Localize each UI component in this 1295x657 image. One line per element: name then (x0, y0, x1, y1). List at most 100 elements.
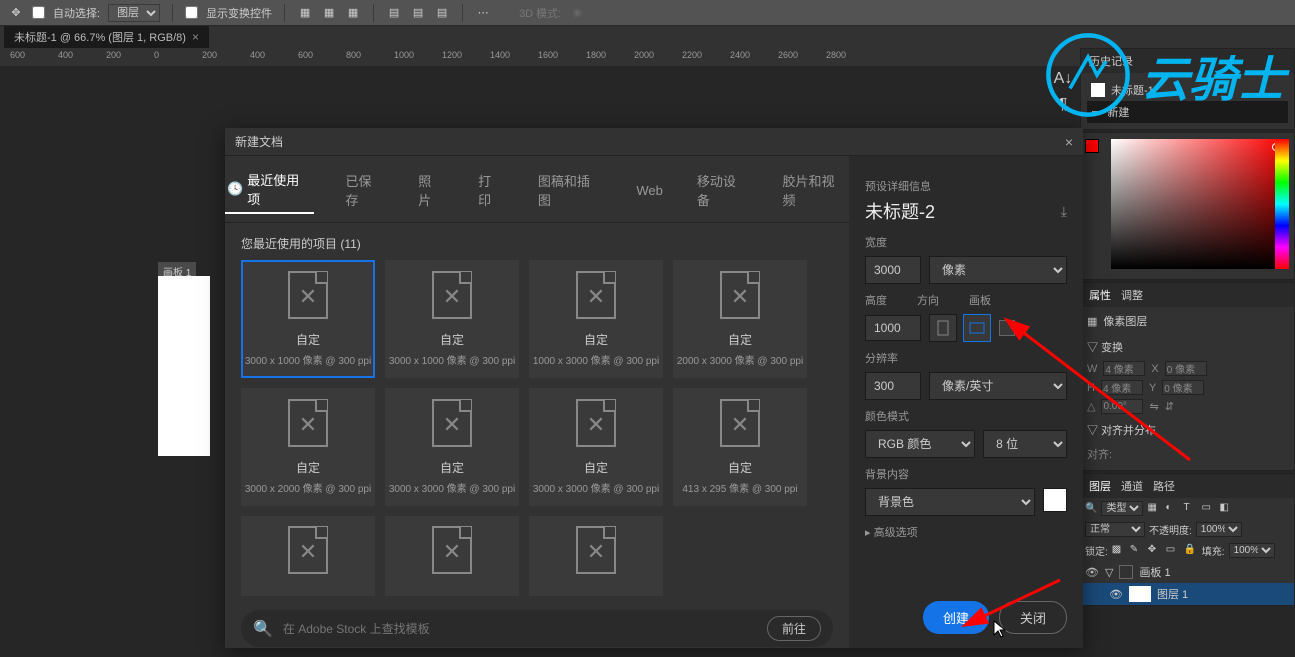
tab-layers[interactable]: 图层 (1089, 478, 1111, 494)
eye-icon[interactable]: 👁 (1109, 588, 1123, 601)
category-tab[interactable]: 已保存 (344, 166, 387, 214)
colormode-select[interactable]: RGB 颜色 (865, 430, 975, 458)
lock-artboard-icon[interactable]: ▭ (1166, 544, 1180, 558)
filter-icon[interactable]: 🔍 (1085, 503, 1097, 514)
bg-color-swatch[interactable] (1043, 488, 1067, 512)
artboard-checkbox[interactable] (999, 320, 1015, 336)
save-preset-icon[interactable]: ⤓ (1061, 203, 1067, 220)
preset-card[interactable]: ✕ (529, 516, 663, 596)
preset-card[interactable]: ✕自定3000 x 3000 像素 @ 300 ppi (385, 388, 519, 506)
width-input[interactable] (1103, 361, 1145, 376)
align-section[interactable]: 对齐并分布 (1101, 425, 1156, 437)
history-item[interactable]: 未标题-1 (1087, 79, 1288, 101)
resolution-unit[interactable]: 像素/英寸 (929, 372, 1067, 400)
lock-all-icon[interactable]: 🔒 (1184, 544, 1198, 558)
opacity-value[interactable]: 100% (1196, 522, 1242, 537)
filter-adjust-icon[interactable]: ◐ (1165, 502, 1179, 516)
preset-name[interactable]: 未标题-2 (865, 198, 935, 224)
auto-select-checkbox[interactable] (32, 6, 45, 19)
category-tab[interactable]: 胶片和视频 (781, 166, 850, 214)
hue-slider[interactable] (1275, 139, 1289, 269)
flip-h-icon[interactable]: ⇋ (1149, 400, 1158, 413)
artboard[interactable] (158, 276, 210, 456)
fill-value[interactable]: 100% (1229, 543, 1275, 558)
close-icon[interactable]: × (192, 30, 199, 44)
preset-card[interactable]: ✕自定3000 x 2000 像素 @ 300 ppi (241, 388, 375, 506)
width-unit[interactable]: 像素 (929, 256, 1067, 284)
preset-card[interactable]: ✕自定3000 x 3000 像素 @ 300 ppi (529, 388, 663, 506)
y-input[interactable] (1162, 380, 1204, 395)
category-tab[interactable]: 照片 (416, 166, 446, 214)
x-input[interactable] (1165, 361, 1207, 376)
filter-shape-icon[interactable]: ▭ (1201, 502, 1215, 516)
create-button[interactable]: 创建 (923, 601, 989, 634)
width-input[interactable] (865, 256, 921, 284)
orient-label: 方向 (917, 292, 939, 308)
tab-channels[interactable]: 通道 (1121, 478, 1143, 494)
height-input[interactable] (865, 315, 921, 341)
lock-position-icon[interactable]: ✥ (1148, 544, 1162, 558)
separator (373, 4, 374, 22)
flip-v-icon[interactable]: ⇵ (1165, 400, 1174, 413)
layer-row[interactable]: 👁 图层 1 (1081, 583, 1294, 605)
angle-input[interactable] (1101, 399, 1143, 414)
eye-icon[interactable]: 👁 (1085, 566, 1099, 579)
colordepth-select[interactable]: 8 位 (983, 430, 1067, 458)
tab-properties[interactable]: 属性 (1089, 287, 1111, 303)
tab-adjust[interactable]: 调整 (1121, 287, 1143, 303)
portrait-button[interactable] (929, 314, 957, 342)
blend-mode[interactable]: 正常 (1085, 522, 1145, 537)
filter-smart-icon[interactable]: ◧ (1219, 502, 1233, 516)
category-tab[interactable]: 图稿和插图 (536, 166, 605, 214)
align-right-icon[interactable]: ▦ (345, 5, 361, 21)
color-picker[interactable] (1111, 139, 1286, 269)
advanced-toggle[interactable]: ▸ 高级选项 (865, 516, 1067, 548)
type-icon[interactable]: A↓ (1054, 70, 1073, 88)
lock-transparent-icon[interactable]: ▩ (1112, 544, 1126, 558)
filter-type-icon[interactable]: T (1183, 502, 1197, 516)
bg-select[interactable]: 背景色 (865, 488, 1035, 516)
preset-card[interactable]: ✕自定2000 x 3000 像素 @ 300 ppi (673, 260, 807, 378)
threed-label: 3D 模式: (519, 5, 561, 21)
category-tab[interactable]: 移动设备 (695, 166, 751, 214)
show-transform-checkbox[interactable] (185, 6, 198, 19)
category-tab[interactable]: Web (634, 166, 665, 214)
stock-search-input[interactable] (283, 622, 757, 636)
align-left-icon[interactable]: ▦ (297, 5, 313, 21)
preset-card[interactable]: ✕自定413 x 295 像素 @ 300 ppi (673, 388, 807, 506)
preset-card[interactable]: ✕自定1000 x 3000 像素 @ 300 ppi (529, 260, 663, 378)
category-tab[interactable]: 打印 (476, 166, 506, 214)
layers-panel: 图层 通道 路径 🔍 类型 ▦ ◐ T ▭ ◧ 正常 不透明度: 100% 锁定… (1080, 473, 1295, 606)
preset-card[interactable]: ✕ (385, 516, 519, 596)
align-top-icon[interactable]: ▤ (386, 5, 402, 21)
lock-pixel-icon[interactable]: ✎ (1130, 544, 1144, 558)
chevron-down-icon[interactable]: ▽ (1105, 566, 1113, 579)
close-icon[interactable]: × (1065, 134, 1073, 150)
preset-card[interactable]: ✕ (241, 516, 375, 596)
stock-go-button[interactable]: 前往 (767, 616, 821, 641)
align-center-icon[interactable]: ▦ (321, 5, 337, 21)
filter-pixel-icon[interactable]: ▦ (1147, 502, 1161, 516)
filter-kind[interactable]: 类型 (1101, 501, 1143, 516)
close-button[interactable]: 关闭 (999, 601, 1067, 634)
distribute-icon[interactable]: ⋯ (475, 5, 491, 21)
align-middle-icon[interactable]: ▤ (410, 5, 426, 21)
preset-card[interactable]: ✕自定3000 x 1000 像素 @ 300 ppi (385, 260, 519, 378)
document-tab[interactable]: 未标题-1 @ 66.7% (图层 1, RGB/8) × (4, 26, 209, 48)
align-bottom-icon[interactable]: ▤ (434, 5, 450, 21)
document-tab-bar: 未标题-1 @ 66.7% (图层 1, RGB/8) × (0, 26, 1295, 48)
transform-section[interactable]: 变换 (1101, 342, 1123, 354)
auto-select-dropdown[interactable]: 图层 (108, 4, 160, 22)
tab-paths[interactable]: 路径 (1153, 478, 1175, 494)
layer-row-artboard[interactable]: 👁 ▽ 画板 1 (1081, 561, 1294, 583)
preset-card[interactable]: ✕自定3000 x 1000 像素 @ 300 ppi (241, 260, 375, 378)
foreground-swatch[interactable] (1085, 139, 1099, 153)
paragraph-icon[interactable]: ¶ (1059, 96, 1068, 114)
height-input[interactable] (1101, 380, 1143, 395)
colormode-label: 颜色模式 (865, 408, 1067, 424)
resolution-input[interactable] (865, 372, 921, 400)
category-tab[interactable]: 🕓最近使用项 (225, 166, 314, 214)
landscape-button[interactable] (963, 314, 991, 342)
history-item[interactable]: ▭新建 (1087, 101, 1288, 123)
section-title: 您最近使用的项目 (11) (225, 223, 849, 260)
